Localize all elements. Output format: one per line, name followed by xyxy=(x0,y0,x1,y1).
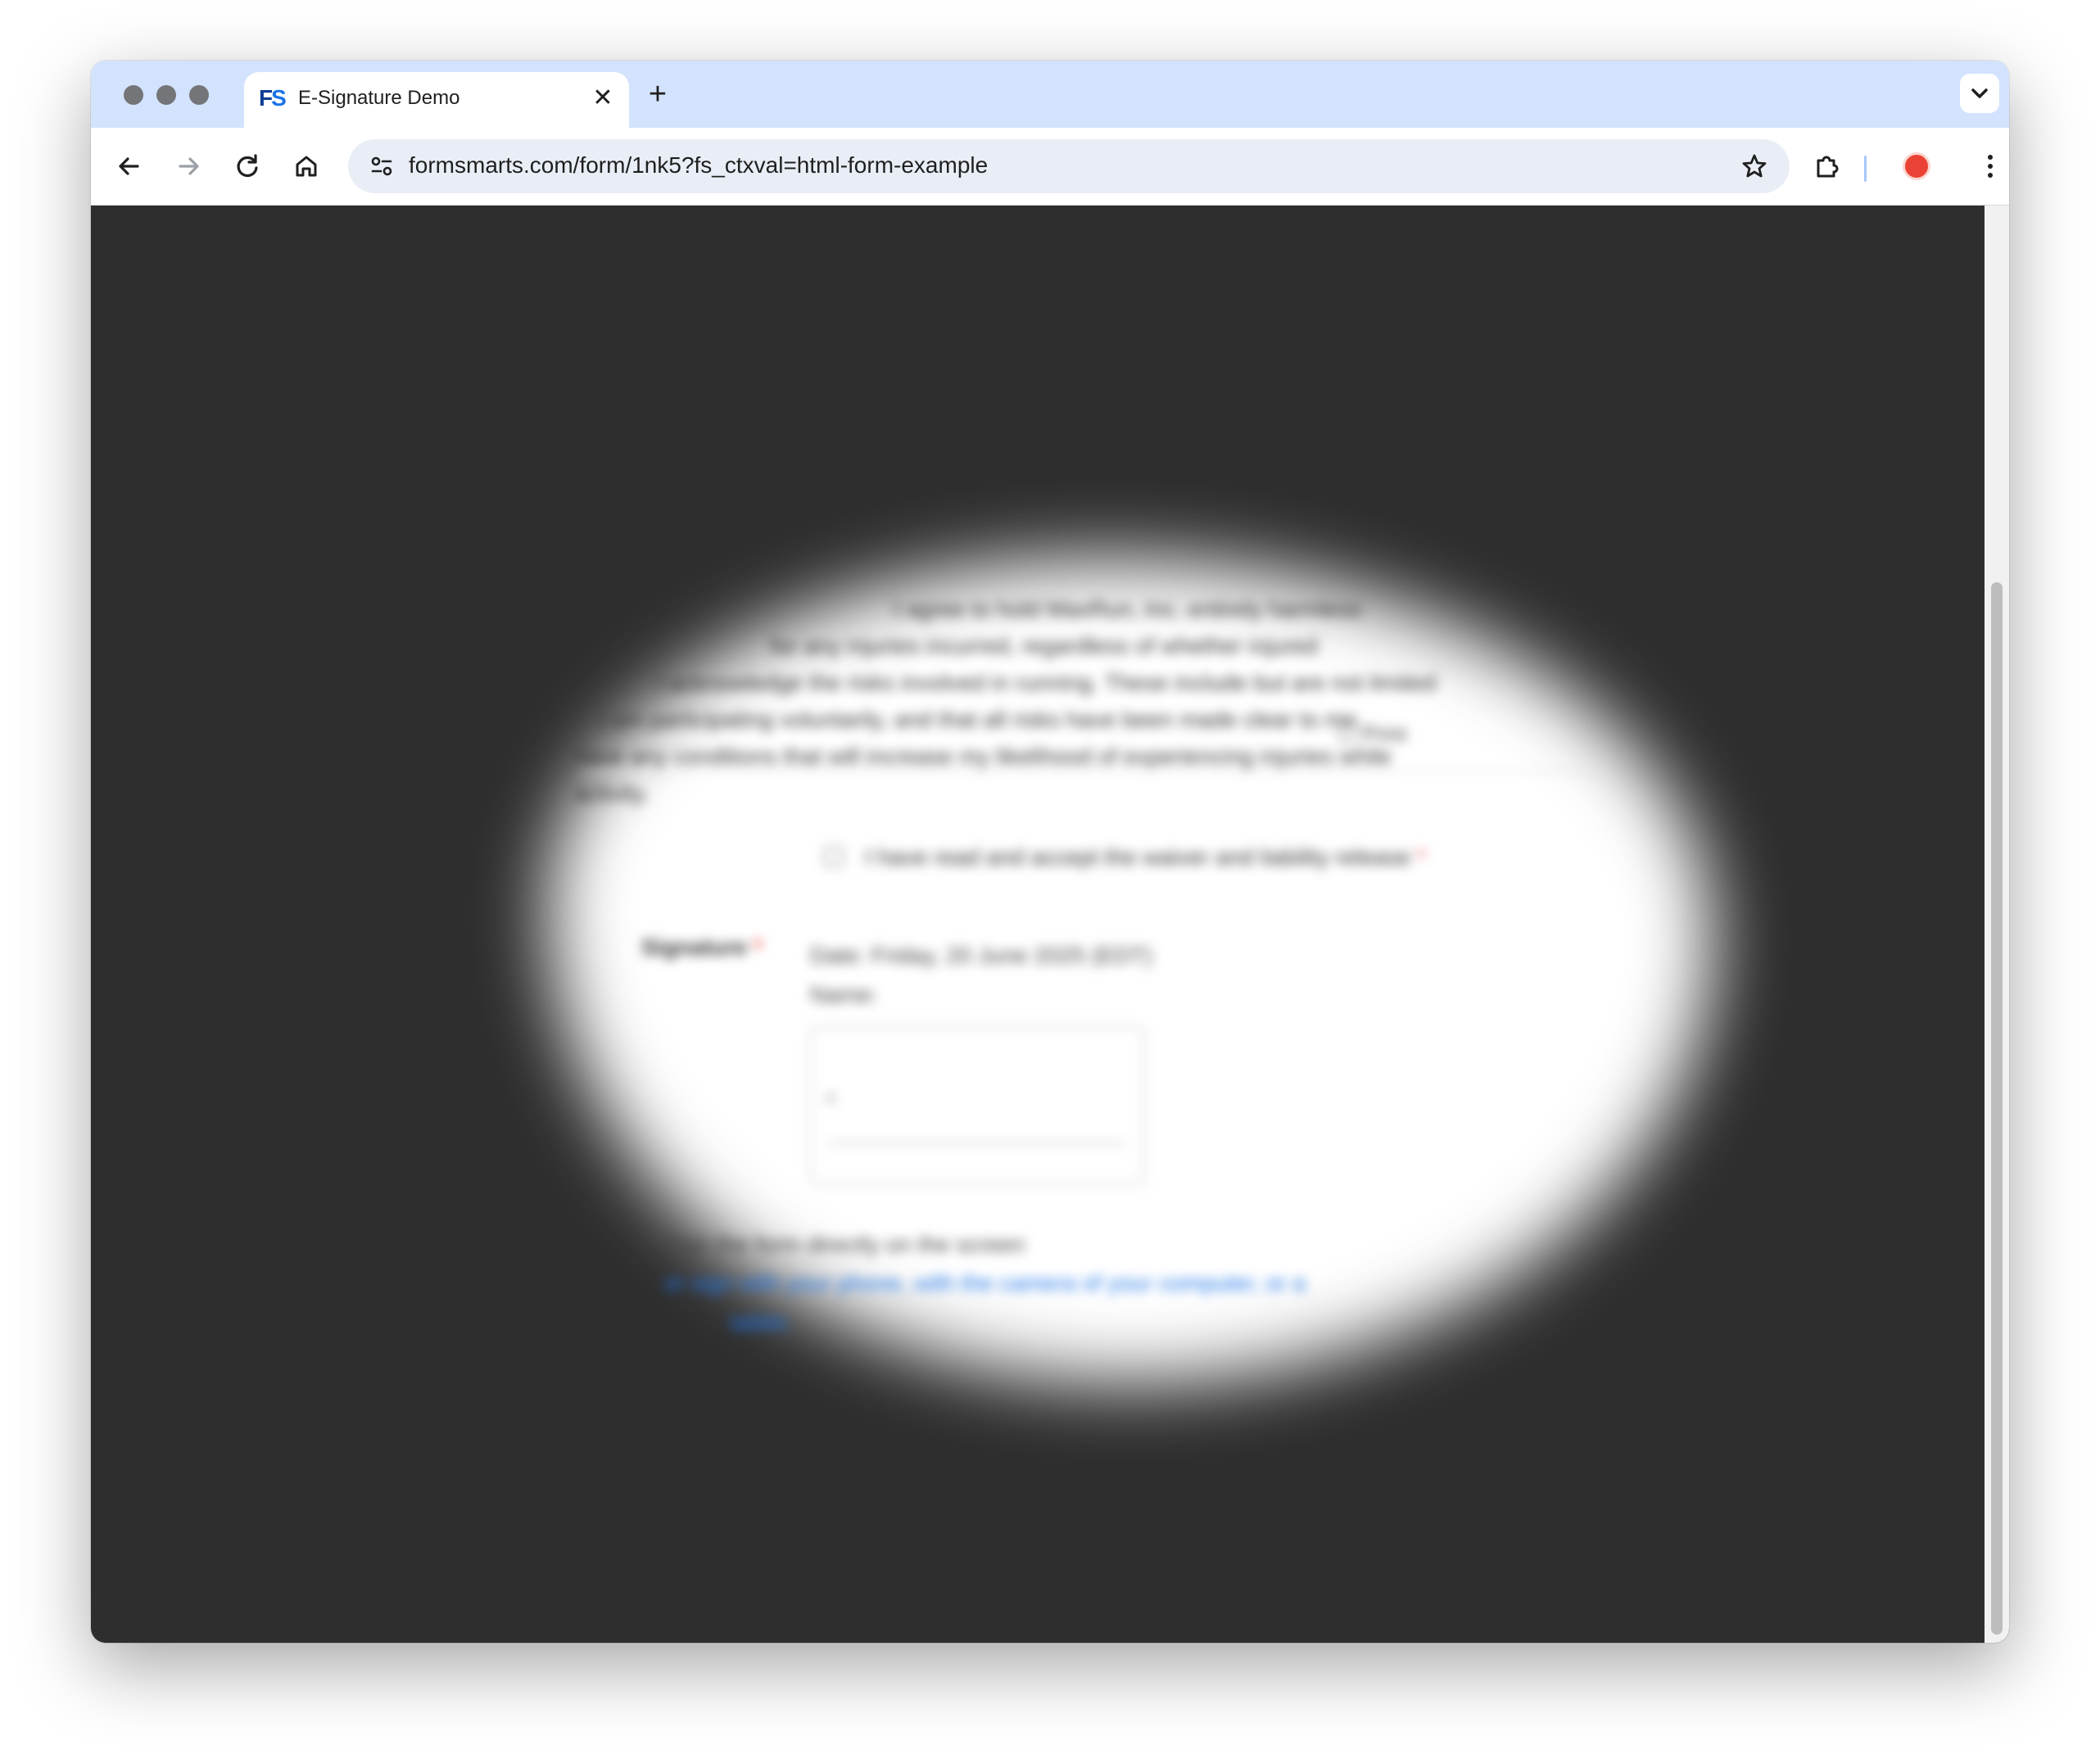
tab-search-icon xyxy=(1971,88,1988,98)
scrollbar-track[interactable] xyxy=(1985,206,2009,1643)
formsmarts-favicon-icon: FS xyxy=(259,85,287,111)
address-bar[interactable]: formsmarts.com/form/1nk5?fs_ctxval=html-… xyxy=(348,139,1790,193)
print-link[interactable]: ☐ Print xyxy=(1337,721,1406,747)
home-icon xyxy=(296,156,317,177)
scrollbar-thumb[interactable] xyxy=(1991,582,2003,1635)
bookmark-star-icon[interactable] xyxy=(1736,147,1773,185)
signature-label: Signature * xyxy=(641,934,763,960)
required-marker: * xyxy=(753,934,763,960)
browser-toolbar: formsmarts.com/form/1nk5?fs_ctxval=html-… xyxy=(91,128,2009,206)
sign-with-tablet-link[interactable]: tablet. xyxy=(730,1309,792,1336)
window-zoom-dot[interactable] xyxy=(189,85,209,105)
accept-waiver-label[interactable]: I have read and accept the waiver and li… xyxy=(865,844,1426,871)
signature-date: Date: Friday, 20 June 2025 (EDT) xyxy=(810,943,1153,968)
signature-name-label: Name: xyxy=(810,982,878,1007)
back-button[interactable] xyxy=(111,147,148,185)
more-menu-icon xyxy=(1988,155,1993,178)
tab-strip: FS E-Signature Demo ✕ + xyxy=(91,61,2009,128)
reload-button[interactable] xyxy=(229,147,266,185)
required-marker: * xyxy=(1416,844,1426,870)
more-menu-button[interactable] xyxy=(1971,147,2009,185)
forward-icon xyxy=(179,157,199,175)
tab-close-icon[interactable]: ✕ xyxy=(588,84,618,113)
accept-waiver-checkbox[interactable] xyxy=(824,847,844,866)
sign-with-phone-link[interactable]: or sign with your phone, with the camera… xyxy=(664,1270,1306,1296)
url-text[interactable]: formsmarts.com/form/1nk5?fs_ctxval=html-… xyxy=(409,152,988,179)
extensions-icon xyxy=(1817,156,1839,178)
reload-icon xyxy=(237,154,258,178)
section-divider xyxy=(582,771,1598,772)
home-button[interactable] xyxy=(287,147,325,185)
tab-search-button[interactable] xyxy=(1960,74,1999,113)
back-icon xyxy=(119,157,139,175)
forward-button[interactable] xyxy=(170,147,207,185)
signature-pad[interactable]: x xyxy=(810,1026,1144,1185)
browser-window: FS E-Signature Demo ✕ + formsmarts.com/f… xyxy=(91,61,2009,1643)
profile-avatar[interactable] xyxy=(1903,152,1930,180)
tab-title: E-Signature Demo xyxy=(298,87,460,109)
waiver-text: I agree to hold MaxRun, Inc. entirely ha… xyxy=(574,596,1437,806)
tab-e-signature-demo[interactable]: FS E-Signature Demo ✕ xyxy=(244,72,629,128)
sign-on-screen-text: Sign the form directly on the screen xyxy=(664,1232,1025,1257)
signature-baseline xyxy=(828,1142,1126,1144)
page-viewport: I agree to hold MaxRun, Inc. entirely ha… xyxy=(91,206,2009,1643)
site-settings-icon[interactable] xyxy=(363,147,401,185)
form-content: I agree to hold MaxRun, Inc. entirely ha… xyxy=(91,206,1985,1643)
print-icon: ☐ xyxy=(1337,721,1363,746)
new-tab-button[interactable]: + xyxy=(641,79,674,111)
window-close-dot[interactable] xyxy=(124,85,143,105)
signature-x-mark: x xyxy=(826,1087,835,1107)
toolbar-divider xyxy=(1864,156,1867,182)
extensions-button[interactable] xyxy=(1808,147,1846,185)
window-minimize-dot[interactable] xyxy=(156,85,176,105)
